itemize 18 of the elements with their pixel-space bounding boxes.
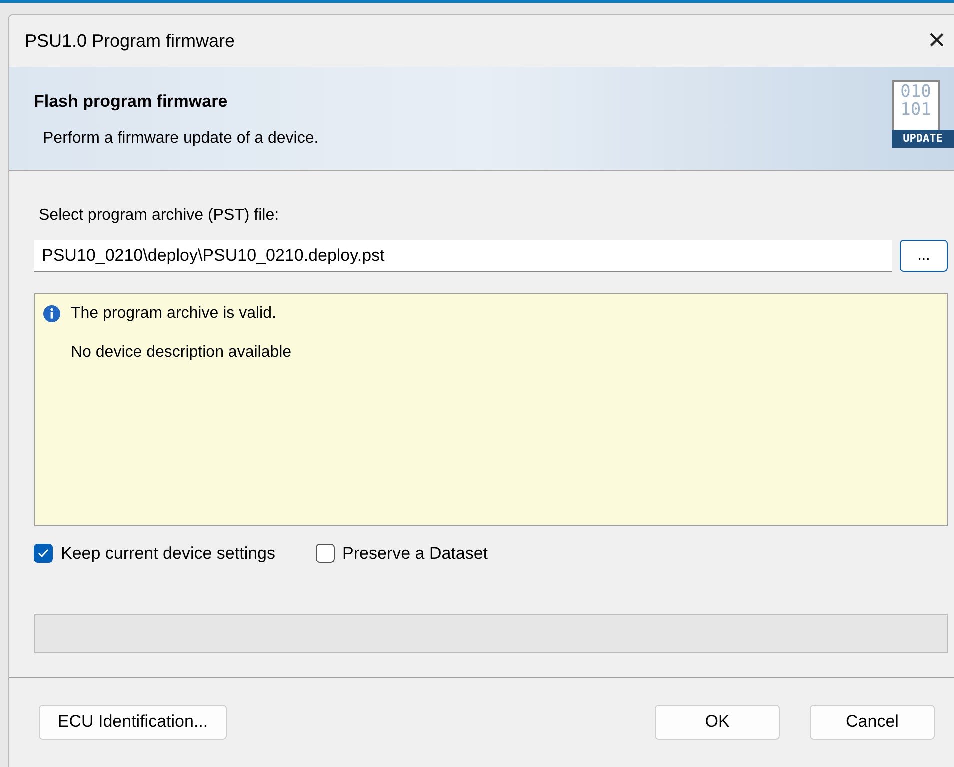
checkbox[interactable] [34,544,53,564]
message-text: No device description available [71,343,292,363]
checkbox-label: Preserve a Dataset [342,543,488,565]
message-text: The program archive is valid. [71,304,276,324]
header-subtitle: Perform a firmware update of a device. [42,128,319,148]
file-label: Select program archive (PST) file: [38,206,280,226]
dialog-button[interactable]: OK [655,704,780,740]
close-button[interactable]: × [922,26,952,56]
window-title: PSU1.0 Program firmware [25,30,236,53]
dialog-button[interactable]: ECU Identification... [39,704,227,740]
checkbox-label: Keep current device settings [61,543,276,565]
header-title: Flash program firmware [34,91,229,113]
checkbox[interactable] [316,544,335,564]
checkmark-icon [38,549,49,558]
info-icon [43,305,61,323]
file-path-field[interactable]: PSU10_0210\deploy\PSU10_0210.deploy.pst [34,240,892,272]
browse-button[interactable]: ... [900,240,948,272]
dialog-button[interactable]: Cancel [810,704,935,740]
